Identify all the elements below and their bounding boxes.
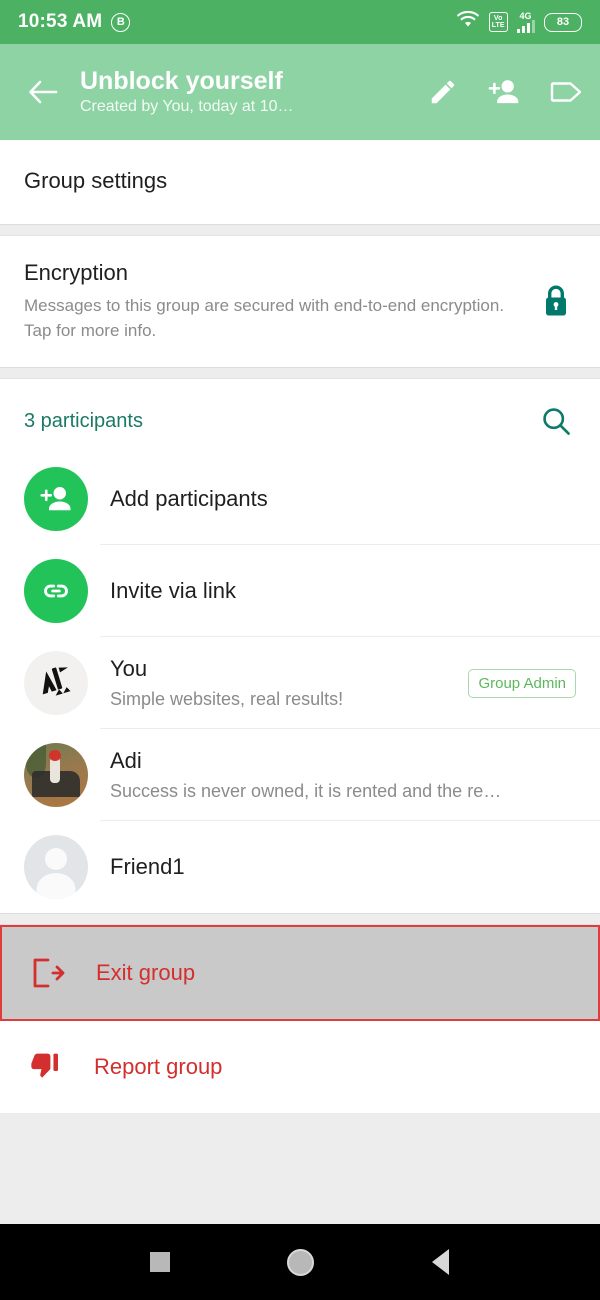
battery-percent-text: 83 [556,16,570,28]
report-group-label: Report group [94,1054,223,1079]
participant-row-you[interactable]: You Simple websites, real results! Group… [0,637,600,729]
volte-top-text: Vo [493,14,503,22]
report-group-row[interactable]: Report group [0,1021,600,1113]
app-bar-actions [428,77,584,107]
recents-shape [150,1252,170,1272]
group-settings-row[interactable]: Group settings [0,140,600,224]
exit-group-row[interactable]: Exit group [0,925,600,1021]
avatar [24,835,88,899]
home-circle-icon[interactable] [270,1232,330,1292]
page-subtitle: Created by You, today at 10… [80,98,294,115]
avatar [24,743,88,807]
group-settings-label: Group settings [24,168,168,193]
encryption-title: Encryption [24,260,128,285]
signal-strength-icon: 4G [516,10,535,33]
volte-icon: Vo LTE [488,12,508,32]
exit-group-content: Exit group [2,927,598,1019]
group-settings-card[interactable]: Group settings [0,140,600,224]
participant-name: Friend1 [110,854,185,879]
back-shape [431,1249,449,1275]
add-participants-label: Add participants [110,486,268,511]
phone-screen: 10:53 AM B Vo LTE 4G 83 Unblock yourself… [0,0,600,1300]
network-type-label: 4G [519,10,532,21]
recents-square-icon[interactable] [130,1232,190,1292]
avatar-photo-detail [49,750,61,761]
encryption-row[interactable]: Encryption Messages to this group are se… [0,236,600,367]
participant-row-adi[interactable]: Adi Success is never owned, it is rented… [0,729,600,821]
page-title: Unblock yourself [80,67,283,95]
section-separator [0,224,600,236]
participant-text: Friend1 [110,853,576,881]
status-bar-right: Vo LTE 4G 83 [456,10,582,34]
status-bar-left: 10:53 AM B [18,11,131,33]
participant-name: You [110,655,148,681]
status-bar: 10:53 AM B Vo LTE 4G 83 [0,0,600,44]
battery-indicator: 83 [544,12,582,32]
whatsapp-notification-icon: B [111,12,131,32]
participant-status: Simple websites, real results! [110,688,344,709]
home-shape [286,1248,314,1276]
bottom-filler [0,1113,600,1224]
participants-count: 3 participants [24,409,143,432]
app-bar-titles: Unblock yourself Created by You, today a… [80,66,418,118]
search-icon[interactable] [536,401,576,441]
section-separator-3 [0,913,600,925]
android-nav-bar [0,1224,600,1300]
volte-bottom-text: LTE [491,22,505,29]
invite-via-link-label: Invite via link [110,578,236,603]
encryption-card[interactable]: Encryption Messages to this group are se… [0,236,600,367]
participant-text: Adi Success is never owned, it is rented… [110,747,576,804]
participant-status: Success is never owned, it is rented and… [110,780,502,801]
status-clock: 10:53 AM [18,11,103,32]
avatar [24,651,88,715]
encryption-description: Messages to this group are secured with … [24,296,505,340]
back-triangle-icon[interactable] [410,1232,470,1292]
signal-bars [516,19,535,33]
participant-name: Adi [110,747,142,773]
status-badge: Group Admin [468,668,576,698]
participants-card: 3 participants Add participants Invite v… [0,379,600,913]
participants-header: 3 participants [0,379,600,453]
report-group-content: Report group [0,1021,600,1113]
participant-row-friend1[interactable]: Friend1 [0,821,600,913]
app-bar: Unblock yourself Created by You, today a… [0,44,600,140]
lock-icon [536,284,576,318]
pencil-icon[interactable] [428,77,458,107]
add-person-icon[interactable] [488,77,520,107]
thumbs-down-icon [24,1051,68,1083]
add-participants-row[interactable]: Add participants [0,453,600,545]
participant-text: You Simple websites, real results! [110,655,468,712]
tag-icon[interactable] [550,79,584,105]
link-icon [24,559,88,623]
exit-group-label: Exit group [96,960,196,985]
whatsapp-badge-letter: B [116,16,125,28]
exit-icon [26,957,70,989]
invite-via-link-row[interactable]: Invite via link [0,545,600,637]
encryption-text: Encryption Messages to this group are se… [24,258,536,343]
back-arrow-icon[interactable] [22,71,64,113]
section-separator-2 [0,367,600,379]
wifi-icon [456,10,480,34]
settings-content: Group settings Encryption Messages to th… [0,140,600,1224]
add-person-icon [24,467,88,531]
